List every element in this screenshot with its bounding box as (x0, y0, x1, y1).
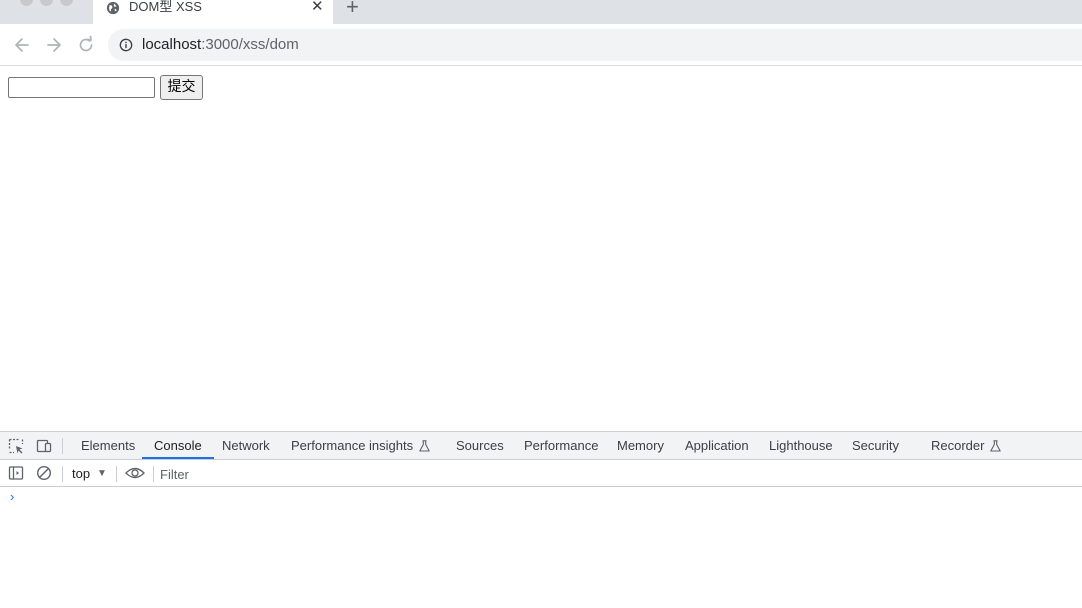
reload-icon[interactable] (76, 35, 96, 55)
devtools-tab-bar: Elements Console Network Performance ins… (0, 432, 1082, 460)
xss-text-input[interactable] (8, 77, 155, 98)
page-content: 提交 (0, 67, 1082, 431)
tab-performance-insights-label: Performance insights (291, 438, 414, 453)
tab-close-icon[interactable]: ✕ (311, 0, 324, 14)
toolbar-divider (62, 438, 63, 454)
toolbar-divider (62, 466, 63, 482)
tab-elements[interactable]: Elements (81, 432, 135, 459)
tab-lighthouse[interactable]: Lighthouse (769, 432, 833, 459)
chevron-down-icon[interactable]: ▼ (97, 465, 107, 483)
tab-recorder-label: Recorder (931, 438, 985, 453)
devtools-panel: Elements Console Network Performance ins… (0, 431, 1082, 608)
tab-network[interactable]: Network (222, 432, 270, 459)
experiment-flask-icon (990, 440, 1002, 452)
browser-toolbar: localhost:3000/xss/dom (0, 24, 1082, 66)
tab-title: DOM型 XSS (129, 0, 202, 14)
toolbar-divider (153, 466, 154, 482)
tab-performance-insights[interactable]: Performance insights (291, 432, 430, 459)
new-tab-button[interactable]: + (346, 0, 359, 18)
toolbar-divider (116, 466, 117, 482)
address-bar[interactable]: localhost:3000/xss/dom (108, 29, 1082, 61)
minimize-window-button[interactable] (40, 0, 53, 6)
tab-application[interactable]: Application (685, 432, 749, 459)
device-toolbar-icon[interactable] (36, 438, 52, 454)
tab-recorder[interactable]: Recorder (931, 432, 1002, 459)
tab-memory[interactable]: Memory (617, 432, 664, 459)
maximize-window-button[interactable] (60, 0, 73, 6)
tab-security[interactable]: Security (852, 432, 899, 459)
console-toolbar: top ▼ (0, 461, 1082, 487)
forward-arrow-icon[interactable] (44, 35, 64, 55)
url-path: :3000/xss/dom (201, 36, 299, 53)
eye-icon[interactable] (125, 465, 145, 481)
close-window-button[interactable] (20, 0, 33, 6)
tab-sources[interactable]: Sources (456, 432, 504, 459)
back-arrow-icon[interactable] (12, 35, 32, 55)
show-sidebar-icon[interactable] (8, 465, 24, 481)
tab-strip: DOM型 XSS ✕ + (0, 0, 1082, 24)
submit-button[interactable]: 提交 (160, 75, 203, 100)
globe-icon (106, 1, 120, 15)
url-host: localhost (142, 36, 202, 53)
inspect-element-icon[interactable] (8, 438, 24, 454)
context-selector[interactable]: top (72, 465, 90, 483)
tab-performance[interactable]: Performance (524, 432, 598, 459)
url-text: localhost:3000/xss/dom (142, 37, 299, 53)
tab-console[interactable]: Console (142, 432, 214, 459)
clear-console-icon[interactable] (36, 465, 52, 481)
console-filter-input[interactable] (160, 464, 1060, 484)
console-prompt[interactable]: › (10, 489, 14, 505)
browser-tab-active[interactable]: DOM型 XSS ✕ (93, 0, 333, 24)
experiment-flask-icon (419, 440, 430, 452)
info-icon[interactable] (119, 38, 133, 52)
